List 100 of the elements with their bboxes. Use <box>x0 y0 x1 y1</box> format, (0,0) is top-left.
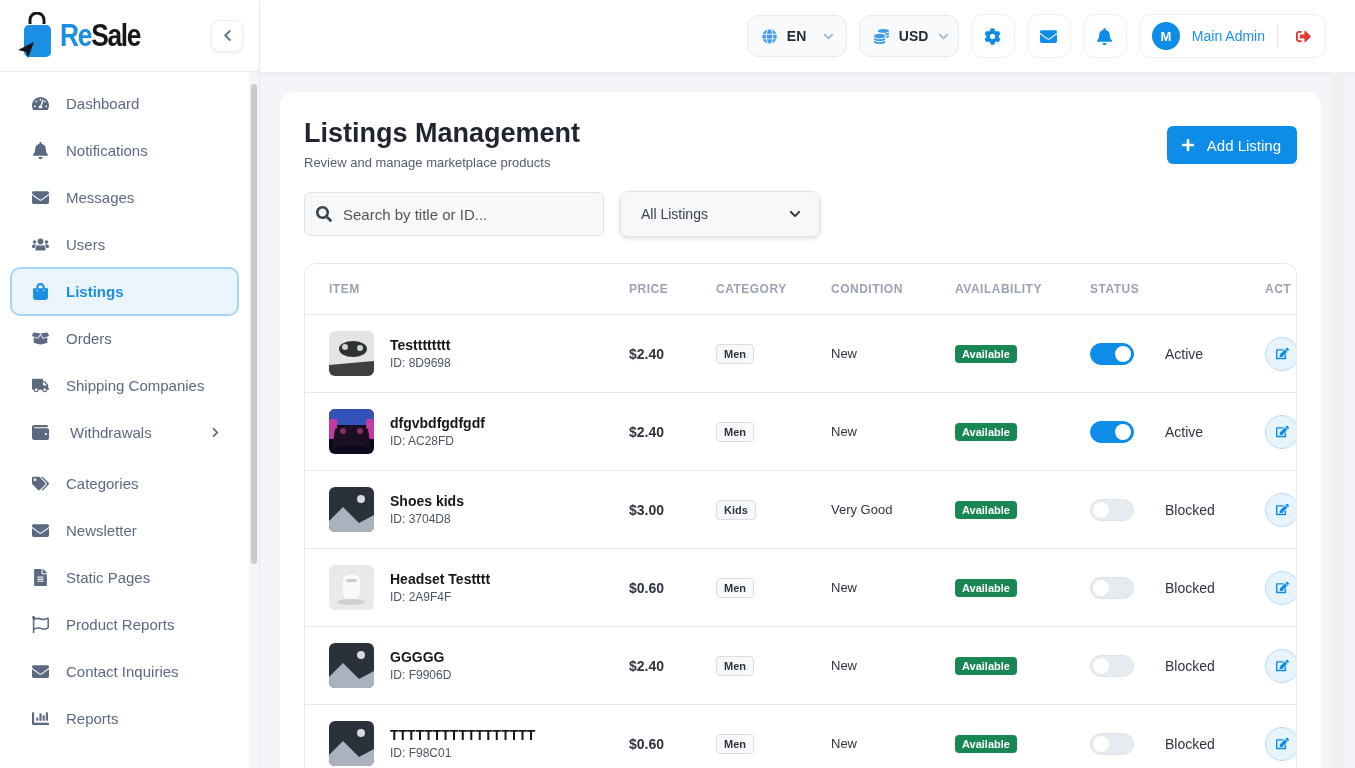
sidebar-item[interactable]: Listings <box>10 267 239 316</box>
gauge-icon <box>31 95 49 112</box>
image-placeholder-icon <box>329 643 374 688</box>
status-toggle[interactable] <box>1090 420 1134 443</box>
availability-badge: Available <box>955 344 1017 363</box>
flag-icon <box>31 616 49 633</box>
users-icon <box>31 236 49 253</box>
item-name: Headset Testttt <box>390 571 491 587</box>
envelope-icon <box>31 663 49 680</box>
availability-badge: Available <box>955 422 1017 441</box>
item-condition: New <box>831 658 858 673</box>
tags-icon <box>31 475 49 492</box>
column-header: ITEM <box>329 282 360 296</box>
item-condition: New <box>831 736 858 751</box>
notifications-button[interactable] <box>1082 14 1127 58</box>
bell-icon <box>31 142 49 159</box>
image-placeholder-icon <box>329 721 374 766</box>
bell-icon <box>1096 27 1114 45</box>
settings-icon <box>984 27 1002 45</box>
currency-dropdown[interactable]: USD <box>858 15 959 57</box>
item-id: ID: F9906D <box>390 668 452 682</box>
item-condition: New <box>831 424 858 439</box>
logo-text: ReSale <box>60 17 141 54</box>
settings-button[interactable] <box>970 14 1015 58</box>
edit-icon <box>1275 659 1289 672</box>
add-listing-button[interactable]: Add Listing <box>1166 126 1297 164</box>
status-label: Blocked <box>1165 735 1216 752</box>
collapse-sidebar-button[interactable] <box>211 19 243 52</box>
availability-badge: Available <box>955 734 1017 753</box>
sidebar-item[interactable]: Shipping Companies <box>10 362 239 409</box>
item-price: $2.40 <box>629 423 666 440</box>
status-label: Blocked <box>1165 579 1216 596</box>
edit-button[interactable] <box>1265 726 1296 761</box>
image-placeholder-icon <box>329 487 374 532</box>
search-field[interactable]: Search by title or ID... <box>304 192 604 236</box>
shopping-bag-icon <box>31 283 49 300</box>
edit-button[interactable] <box>1265 336 1296 371</box>
sidebar-item[interactable]: Contact Inquiries <box>10 648 239 695</box>
category-tag: Kids <box>716 499 756 520</box>
category-tag: Men <box>716 733 754 754</box>
plus-icon <box>1180 138 1195 152</box>
language-dropdown[interactable]: EN <box>746 15 847 57</box>
item-condition: New <box>831 346 858 361</box>
item-price: $0.60 <box>629 735 666 752</box>
item-condition: Very Good <box>831 502 894 517</box>
column-header: CONDITION <box>831 282 903 296</box>
item-name: TTTTTTTTTTTTTTTTT <box>390 727 536 743</box>
sidebar-item[interactable]: Withdrawals <box>10 409 239 456</box>
category-tag: Men <box>716 421 754 442</box>
coins-icon <box>873 28 889 44</box>
sidebar-item[interactable]: Reports <box>10 695 239 742</box>
sidebar-item[interactable]: Orders <box>10 315 239 362</box>
bar-chart-icon <box>31 710 49 727</box>
column-header: ACT <box>1265 282 1293 296</box>
scrollbar-thumb[interactable] <box>251 84 257 564</box>
sidebar-item[interactable]: Messages <box>10 174 239 221</box>
edit-icon <box>1275 347 1289 360</box>
edit-icon <box>1275 425 1289 438</box>
chevron-right-icon <box>210 427 221 438</box>
category-tag: Men <box>716 577 754 598</box>
page-title: Listings Management <box>304 118 581 149</box>
listing-filter-dropdown[interactable]: All Listings <box>620 191 820 237</box>
edit-button[interactable] <box>1265 648 1296 683</box>
sidebar-item[interactable]: Categories <box>10 460 239 507</box>
edit-icon <box>1275 581 1289 594</box>
chevron-down-icon <box>789 208 801 220</box>
sidebar-item[interactable]: Static Pages <box>10 554 239 601</box>
item-name: Shoes kids <box>390 493 464 509</box>
box-icon <box>31 330 49 347</box>
item-price: $0.60 <box>629 579 666 596</box>
sidebar-item[interactable]: Newsletter <box>10 507 239 554</box>
item-name: Testttttttt <box>390 337 451 353</box>
category-tag: Men <box>716 343 754 364</box>
column-header: CATEGORY <box>716 282 787 296</box>
column-header: PRICE <box>629 282 669 296</box>
user-menu[interactable]: M Main Admin <box>1138 14 1326 58</box>
edit-button[interactable] <box>1265 414 1296 449</box>
sidebar-item[interactable]: Product Reports <box>10 601 239 648</box>
sidebar-item[interactable]: Dashboard <box>10 80 239 127</box>
status-toggle[interactable] <box>1090 342 1134 365</box>
user-avatar: M <box>1151 22 1180 50</box>
item-id: ID: 3704D8 <box>390 512 452 526</box>
sidebar-item[interactable]: Users <box>10 221 239 268</box>
item-price: $3.00 <box>629 501 666 518</box>
column-header: STATUS <box>1090 282 1140 296</box>
item-id: ID: AC28FD <box>390 434 456 448</box>
sidebar-item[interactable]: Notifications <box>10 127 239 174</box>
logout-icon[interactable] <box>1296 28 1311 44</box>
envelope-icon <box>31 189 49 206</box>
messages-button[interactable] <box>1026 14 1071 58</box>
edit-button[interactable] <box>1265 570 1296 605</box>
truck-icon <box>31 377 49 394</box>
item-id: ID: 2A9F4F <box>390 590 453 604</box>
item-id: ID: F98C01 <box>390 746 453 760</box>
edit-button[interactable] <box>1265 492 1296 527</box>
status-label: Blocked <box>1165 657 1216 674</box>
document-icon <box>31 569 49 586</box>
search-icon <box>316 206 332 222</box>
availability-badge: Available <box>955 500 1017 519</box>
category-tag: Men <box>716 655 754 676</box>
